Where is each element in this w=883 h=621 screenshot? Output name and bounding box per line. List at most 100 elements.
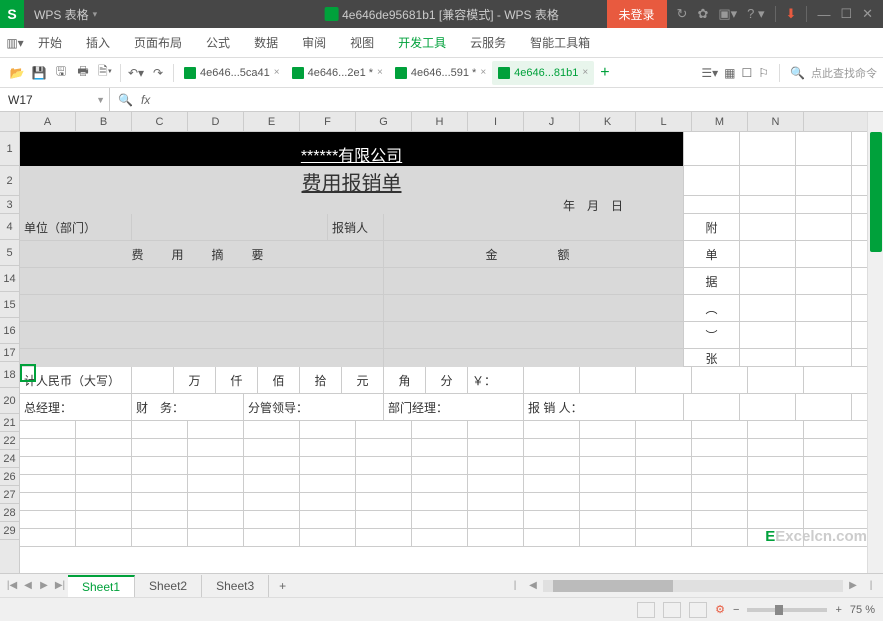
cell[interactable] [796, 268, 852, 294]
cell[interactable] [384, 214, 684, 240]
cell[interactable] [692, 529, 748, 547]
cell[interactable] [748, 493, 804, 511]
feedback-icon[interactable]: ▣▾ [718, 6, 737, 22]
save-as-icon[interactable]: 🖫 [52, 64, 70, 82]
menu-view[interactable]: 视图 [338, 28, 386, 58]
menu-review[interactable]: 审阅 [290, 28, 338, 58]
cell[interactable] [132, 529, 188, 547]
cell[interactable] [300, 511, 356, 529]
minimize-button[interactable]: — [817, 7, 830, 22]
flag-icon[interactable]: ⚐ [758, 66, 769, 80]
menu-data[interactable]: 数据 [242, 28, 290, 58]
cell[interactable] [76, 529, 132, 547]
cell[interactable] [580, 475, 636, 493]
menu-smart-tools[interactable]: 智能工具箱 [518, 28, 602, 58]
cell[interactable] [468, 439, 524, 457]
sync-icon[interactable]: ↻ [677, 6, 688, 22]
cell[interactable] [356, 457, 412, 475]
row-header[interactable]: 14 [0, 266, 19, 292]
save-icon[interactable]: 💾 [30, 64, 48, 82]
cell[interactable] [740, 322, 796, 348]
zoom-slider[interactable] [747, 608, 827, 612]
hscroll-right[interactable]: ▶ [845, 580, 861, 591]
menu-start[interactable]: 开始 [26, 28, 74, 58]
cell[interactable] [76, 457, 132, 475]
cell[interactable] [796, 196, 852, 214]
cell[interactable] [580, 511, 636, 529]
cell[interactable] [132, 439, 188, 457]
cell[interactable] [132, 475, 188, 493]
row-header[interactable]: 4 [0, 214, 19, 240]
row-header[interactable]: 16 [0, 318, 19, 344]
cell[interactable] [580, 457, 636, 475]
cny-cell[interactable]: ￥： [468, 367, 524, 393]
row-header[interactable]: 22 [0, 432, 19, 450]
zoom-slider-knob[interactable] [775, 605, 783, 615]
cell[interactable] [636, 475, 692, 493]
cell[interactable] [412, 475, 468, 493]
hscroll-thumb[interactable] [553, 580, 673, 592]
cell[interactable] [356, 529, 412, 547]
qian-cell[interactable]: 仟 [216, 367, 258, 393]
cell[interactable] [636, 439, 692, 457]
form-title-cell[interactable]: 费用报销单 [20, 166, 684, 196]
cell[interactable] [796, 322, 852, 348]
menu-cloud[interactable]: 云服务 [458, 28, 518, 58]
name-box[interactable]: W17 ▼ [0, 88, 110, 111]
attach-ju-cell[interactable]: 据 [684, 268, 740, 294]
cell[interactable] [748, 439, 804, 457]
date-cell[interactable]: 年 月 日 [20, 196, 684, 214]
col-header[interactable]: J [524, 112, 580, 131]
print-preview-icon[interactable]: 🗎▾ [96, 64, 114, 82]
row-header[interactable]: 27 [0, 486, 19, 504]
cell[interactable] [524, 493, 580, 511]
cell[interactable] [300, 475, 356, 493]
cell[interactable] [748, 511, 804, 529]
add-tab-button[interactable]: + [600, 64, 609, 82]
cell[interactable] [384, 349, 684, 367]
cell[interactable] [412, 439, 468, 457]
cell[interactable] [692, 493, 748, 511]
print-icon[interactable]: 🖶 [74, 64, 92, 82]
cell[interactable] [468, 457, 524, 475]
tab-nav-next[interactable]: ▶ [36, 580, 52, 591]
company-title-cell[interactable]: ******有限公司 [20, 132, 684, 166]
row-header[interactable]: 5 [0, 240, 19, 266]
cell[interactable] [636, 457, 692, 475]
cell[interactable] [20, 511, 76, 529]
person-label-cell[interactable]: 报销人 [328, 214, 384, 240]
cell[interactable] [796, 132, 852, 166]
cell[interactable] [740, 268, 796, 294]
cell[interactable] [740, 132, 796, 166]
row-header[interactable]: 15 [0, 292, 19, 318]
col-header[interactable]: L [636, 112, 692, 131]
cell[interactable] [412, 457, 468, 475]
cell[interactable] [692, 511, 748, 529]
view-break-icon[interactable] [689, 602, 707, 618]
cell[interactable] [748, 475, 804, 493]
cell[interactable] [636, 529, 692, 547]
cell[interactable] [76, 511, 132, 529]
cell[interactable] [188, 439, 244, 457]
row-header[interactable]: 2 [0, 166, 19, 196]
paren-open-cell[interactable]: ︵ [684, 295, 740, 321]
cell[interactable] [684, 166, 740, 196]
cell[interactable] [76, 439, 132, 457]
cell[interactable] [524, 421, 580, 439]
cell[interactable] [580, 529, 636, 547]
cell[interactable] [20, 322, 384, 348]
cell[interactable] [684, 196, 740, 214]
jiao-cell[interactable]: 角 [384, 367, 426, 393]
cell[interactable] [796, 349, 852, 367]
close-icon[interactable]: × [480, 67, 486, 78]
cell[interactable] [188, 493, 244, 511]
row-header[interactable]: 18 [0, 362, 19, 388]
close-icon[interactable]: × [377, 67, 383, 78]
cell[interactable] [580, 367, 636, 393]
cell[interactable] [524, 475, 580, 493]
col-header[interactable]: N [748, 112, 804, 131]
cell[interactable] [580, 439, 636, 457]
cell[interactable] [20, 475, 76, 493]
chevron-down-icon[interactable]: ▼ [96, 95, 105, 105]
cell[interactable] [20, 529, 76, 547]
